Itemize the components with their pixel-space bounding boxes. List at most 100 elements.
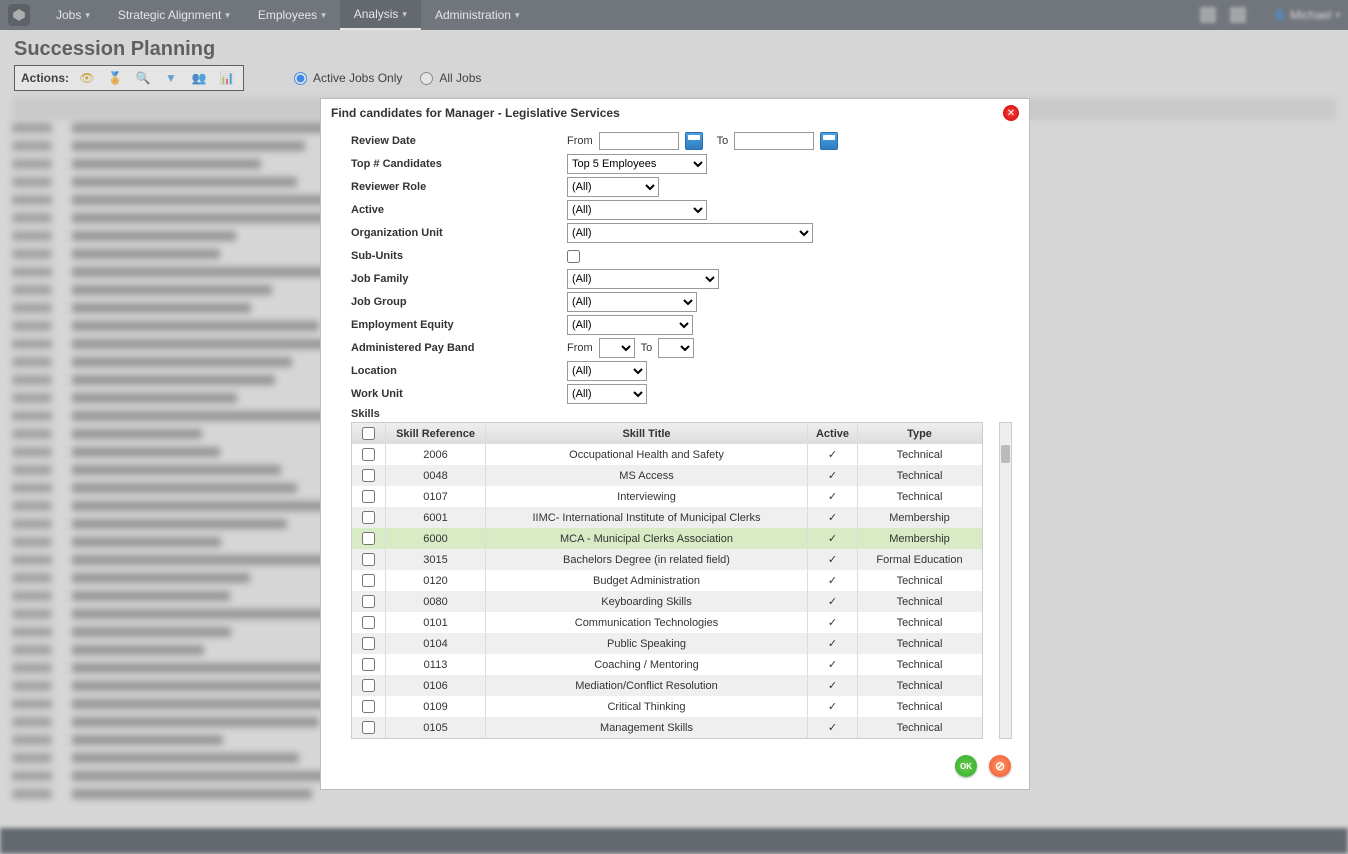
skill-active: ✓ — [808, 696, 858, 717]
skill-type: Technical — [858, 570, 981, 591]
radio-active-jobs-input[interactable] — [294, 72, 307, 85]
skill-reference: 0105 — [386, 717, 486, 738]
award-icon[interactable]: 🏅 — [105, 69, 125, 87]
review-date-from-input[interactable] — [599, 132, 679, 150]
table-row[interactable]: 6001IIMC- International Institute of Mun… — [352, 507, 982, 528]
table-row[interactable]: 6000MCA - Municipal Clerks Association✓M… — [352, 528, 982, 549]
radio-active-label: Active Jobs Only — [313, 71, 402, 85]
radio-active-jobs[interactable]: Active Jobs Only — [294, 71, 402, 85]
col-skill-title[interactable]: Skill Title — [486, 423, 808, 444]
dashboard-icon[interactable] — [1200, 7, 1216, 23]
pay-band-from-select[interactable] — [599, 338, 635, 358]
calendar-icon[interactable] — [685, 132, 703, 150]
skill-row-checkbox[interactable] — [362, 532, 375, 545]
table-row[interactable]: 0107Interviewing✓Technical — [352, 486, 982, 507]
top-candidates-select[interactable]: Top 5 Employees — [567, 154, 707, 174]
skill-row-checkbox[interactable] — [362, 637, 375, 650]
skill-row-checkbox[interactable] — [362, 679, 375, 692]
cancel-button[interactable]: ⊘ — [989, 755, 1011, 777]
pay-band-to-select[interactable] — [658, 338, 694, 358]
col-active[interactable]: Active — [808, 423, 858, 444]
skill-title: Public Speaking — [486, 633, 808, 654]
table-row[interactable]: 0105Management Skills✓Technical — [352, 717, 982, 738]
label-org-unit: Organization Unit — [351, 227, 567, 239]
table-row[interactable]: 0048MS Access✓Technical — [352, 465, 982, 486]
find-candidates-dialog: Find candidates for Manager - Legislativ… — [320, 98, 1030, 790]
label-review-date: Review Date — [351, 135, 567, 147]
skill-type: Technical — [858, 591, 981, 612]
radio-all-jobs-input[interactable] — [420, 72, 433, 85]
col-skill-reference[interactable]: Skill Reference — [386, 423, 486, 444]
table-row[interactable]: 0113Coaching / Mentoring✓Technical — [352, 654, 982, 675]
topnav-right-icons: 👤Michael▾ — [1200, 7, 1340, 23]
emp-equity-select[interactable]: (All) — [567, 315, 693, 335]
skill-row-checkbox[interactable] — [362, 448, 375, 461]
nav-strategic-alignment[interactable]: Strategic Alignment▾ — [104, 0, 244, 30]
nav-analysis[interactable]: Analysis▾ — [340, 0, 421, 30]
nav-administration[interactable]: Administration▾ — [421, 0, 534, 30]
nav-employees[interactable]: Employees▾ — [244, 0, 340, 30]
scrollbar-thumb[interactable] — [1001, 445, 1010, 463]
skill-row-checkbox[interactable] — [362, 721, 375, 734]
radio-all-jobs[interactable]: All Jobs — [420, 71, 481, 85]
active-select[interactable]: (All) — [567, 200, 707, 220]
review-date-to-input[interactable] — [734, 132, 814, 150]
skill-row-checkbox[interactable] — [362, 490, 375, 503]
job-family-select[interactable]: (All) — [567, 269, 719, 289]
dialog-title: Find candidates for Manager - Legislativ… — [331, 106, 620, 120]
skill-reference: 6001 — [386, 507, 486, 528]
eye-icon[interactable]: 👁 — [77, 69, 97, 87]
chevron-down-icon: ▾ — [85, 10, 90, 21]
close-icon[interactable]: ✕ — [1003, 105, 1019, 121]
skill-reference: 0109 — [386, 696, 486, 717]
nav-jobs-label: Jobs — [56, 8, 81, 22]
reviewer-role-select[interactable]: (All) — [567, 177, 659, 197]
filter-icon[interactable]: ▼ — [161, 69, 181, 87]
work-unit-select[interactable]: (All) — [567, 384, 647, 404]
nav-admin-label: Administration — [435, 8, 511, 22]
skill-title: Communication Technologies — [486, 612, 808, 633]
label-skills-section: Skills — [351, 408, 999, 420]
skill-type: Technical — [858, 486, 981, 507]
table-row[interactable]: 0106Mediation/Conflict Resolution✓Techni… — [352, 675, 982, 696]
table-row[interactable]: 0104Public Speaking✓Technical — [352, 633, 982, 654]
table-row[interactable]: 0101Communication Technologies✓Technical — [352, 612, 982, 633]
skill-row-checkbox[interactable] — [362, 616, 375, 629]
people-icon[interactable]: 👥 — [189, 69, 209, 87]
skill-title: Occupational Health and Safety — [486, 444, 808, 465]
globe-icon[interactable] — [1230, 7, 1246, 23]
skill-row-checkbox[interactable] — [362, 700, 375, 713]
calendar-icon[interactable] — [820, 132, 838, 150]
user-menu[interactable]: 👤Michael▾ — [1274, 8, 1340, 22]
table-row[interactable]: 3015Bachelors Degree (in related field)✓… — [352, 549, 982, 570]
search-icon[interactable]: 🔍 — [133, 69, 153, 87]
skill-active: ✓ — [808, 633, 858, 654]
nav-employees-label: Employees — [258, 8, 317, 22]
skill-row-checkbox[interactable] — [362, 553, 375, 566]
table-row[interactable]: 0120Budget Administration✓Technical — [352, 570, 982, 591]
skill-reference: 0106 — [386, 675, 486, 696]
skill-row-checkbox[interactable] — [362, 511, 375, 524]
skill-row-checkbox[interactable] — [362, 574, 375, 587]
skill-active: ✓ — [808, 486, 858, 507]
col-type[interactable]: Type — [858, 423, 981, 444]
table-row[interactable]: 0109Critical Thinking✓Technical — [352, 696, 982, 717]
skills-scrollbar[interactable] — [999, 422, 1012, 739]
skill-row-checkbox[interactable] — [362, 469, 375, 482]
org-unit-select[interactable]: (All) — [567, 223, 813, 243]
job-group-select[interactable]: (All) — [567, 292, 697, 312]
location-select[interactable]: (All) — [567, 361, 647, 381]
skill-row-checkbox[interactable] — [362, 595, 375, 608]
table-row[interactable]: 0080Keyboarding Skills✓Technical — [352, 591, 982, 612]
nav-jobs[interactable]: Jobs ▾ — [42, 0, 104, 30]
actions-bar: Actions: 👁 🏅 🔍 ▼ 👥 📊 Active Jobs Only Al… — [14, 65, 1334, 91]
ok-button[interactable]: OK — [955, 755, 977, 777]
skills-select-all-checkbox[interactable] — [362, 427, 375, 440]
skill-title: Coaching / Mentoring — [486, 654, 808, 675]
table-row[interactable]: 2006Occupational Health and Safety✓Techn… — [352, 444, 982, 465]
skill-title: Critical Thinking — [486, 696, 808, 717]
chart-icon[interactable]: 📊 — [217, 69, 237, 87]
sub-units-checkbox[interactable] — [567, 250, 580, 263]
skill-type: Technical — [858, 654, 981, 675]
skill-row-checkbox[interactable] — [362, 658, 375, 671]
